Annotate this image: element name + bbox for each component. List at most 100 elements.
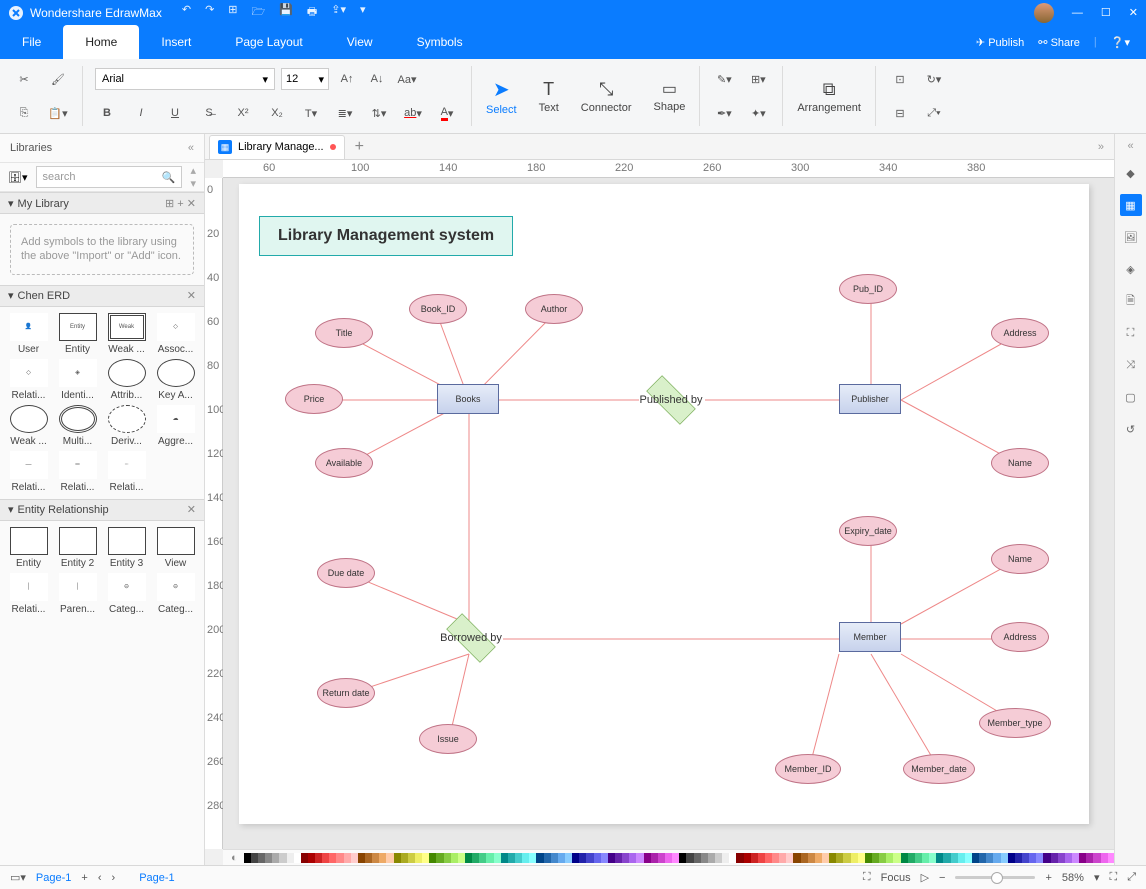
color-swatch[interactable] <box>886 853 893 863</box>
tab-view[interactable]: View <box>325 25 395 59</box>
color-swatch[interactable] <box>294 853 301 863</box>
tab-insert[interactable]: Insert <box>139 25 213 59</box>
color-swatch[interactable] <box>986 853 993 863</box>
color-swatch[interactable] <box>843 853 850 863</box>
color-swatch[interactable] <box>486 853 493 863</box>
color-swatch[interactable] <box>929 853 936 863</box>
color-swatch[interactable] <box>379 853 386 863</box>
distribute-icon[interactable]: ✦▾ <box>746 102 770 124</box>
attr-author[interactable]: Author <box>525 294 583 324</box>
color-swatch[interactable] <box>822 853 829 863</box>
cut-icon[interactable]: ✂ <box>12 68 36 90</box>
add-page-icon[interactable]: + <box>81 872 87 884</box>
collapse-right-icon[interactable]: « <box>1127 140 1133 152</box>
color-swatch[interactable] <box>1065 853 1072 863</box>
color-swatch[interactable] <box>779 853 786 863</box>
fontcolor-icon[interactable]: A▾ <box>435 102 459 124</box>
er-view[interactable]: View <box>153 527 198 569</box>
color-swatch[interactable] <box>458 853 465 863</box>
color-swatch[interactable] <box>1051 853 1058 863</box>
color-swatch[interactable] <box>494 853 501 863</box>
size-icon[interactable]: ⤢▾ <box>922 102 946 124</box>
color-swatch[interactable] <box>551 853 558 863</box>
italic-icon[interactable]: I <box>129 102 153 124</box>
ungroup-icon[interactable]: ⊟ <box>888 102 912 124</box>
attr-returndate[interactable]: Return date <box>317 678 375 708</box>
color-swatch[interactable] <box>1036 853 1043 863</box>
line-icon[interactable]: ✒▾ <box>712 102 736 124</box>
color-swatch[interactable] <box>544 853 551 863</box>
color-swatch[interactable] <box>772 853 779 863</box>
page-setup-icon[interactable]: 🗎 <box>1120 290 1142 312</box>
minimize-icon[interactable]: — <box>1072 7 1083 19</box>
color-swatch[interactable] <box>601 853 608 863</box>
grow-font-icon[interactable]: A↑ <box>335 68 359 90</box>
layers-icon[interactable]: ◈ <box>1120 258 1142 280</box>
color-swatch[interactable] <box>1101 853 1108 863</box>
rel-borrowed[interactable]: Borrowed by <box>437 622 505 654</box>
er-rel[interactable]: │Relati... <box>6 573 51 615</box>
color-swatch[interactable] <box>694 853 701 863</box>
shape-rel[interactable]: ◇Relati... <box>6 359 51 401</box>
color-swatch[interactable] <box>472 853 479 863</box>
color-swatch[interactable] <box>908 853 915 863</box>
color-swatch[interactable] <box>736 853 743 863</box>
help-icon[interactable]: ❔▾ <box>1111 36 1130 49</box>
fill-icon[interactable]: ✎▾ <box>712 68 736 90</box>
shrink-font-icon[interactable]: A↓ <box>365 68 389 90</box>
page-tab[interactable]: Page-1 <box>36 872 71 884</box>
shape-user[interactable]: 👤User <box>6 313 51 355</box>
color-swatch[interactable] <box>1108 853 1114 863</box>
color-swatch[interactable] <box>858 853 865 863</box>
bold-icon[interactable]: B <box>95 102 119 124</box>
color-swatch[interactable] <box>272 853 279 863</box>
more-icon[interactable]: ▾ <box>360 3 366 22</box>
arrangement-tool[interactable]: ⧉Arrangement <box>789 77 869 116</box>
er-header[interactable]: ▾Entity Relationship✕ <box>0 499 204 521</box>
tab-home[interactable]: Home <box>63 25 139 59</box>
avatar[interactable] <box>1034 3 1054 23</box>
color-swatch[interactable] <box>1072 853 1079 863</box>
er-categ2[interactable]: ⊖Categ... <box>153 573 198 615</box>
color-swatch[interactable] <box>358 853 365 863</box>
color-swatch[interactable] <box>879 853 886 863</box>
tab-file[interactable]: File <box>0 25 63 59</box>
shape-weak-entity[interactable]: WeakWeak ... <box>104 313 149 355</box>
fullscreen-icon[interactable]: ⤢ <box>1127 871 1136 884</box>
color-swatch[interactable] <box>1093 853 1100 863</box>
er-parent[interactable]: │Paren... <box>55 573 100 615</box>
color-swatch[interactable] <box>422 853 429 863</box>
color-swatch[interactable] <box>972 853 979 863</box>
color-swatch[interactable] <box>808 853 815 863</box>
attr-issue[interactable]: Issue <box>419 724 477 754</box>
fit-window-icon[interactable]: ⛶ <box>1109 871 1117 884</box>
zoom-in-icon[interactable]: + <box>1045 872 1051 884</box>
color-swatch[interactable] <box>658 853 665 863</box>
fit-icon[interactable]: ⛶ <box>1120 322 1142 344</box>
color-swatch[interactable] <box>644 853 651 863</box>
qr-icon[interactable]: ▦ <box>1120 194 1142 216</box>
align-icon[interactable]: ⊞▾ <box>746 68 770 90</box>
shape-multi[interactable]: Multi... <box>55 405 100 447</box>
color-swatch[interactable] <box>1043 853 1050 863</box>
subscript-icon[interactable]: X₂ <box>265 102 289 124</box>
color-swatch[interactable] <box>372 853 379 863</box>
attr-addr2[interactable]: Address <box>991 622 1049 652</box>
color-swatch[interactable] <box>479 853 486 863</box>
paste-icon[interactable]: 📋▾ <box>46 102 70 124</box>
color-swatch[interactable] <box>1015 853 1022 863</box>
color-swatch[interactable] <box>958 853 965 863</box>
color-swatch[interactable] <box>465 853 472 863</box>
color-swatch[interactable] <box>558 853 565 863</box>
maximize-icon[interactable]: ☐ <box>1101 6 1111 19</box>
publish-button[interactable]: ✈ Publish <box>976 36 1024 49</box>
attr-pubid[interactable]: Pub_ID <box>839 274 897 304</box>
color-swatch[interactable] <box>522 853 529 863</box>
tab-symbols[interactable]: Symbols <box>395 25 485 59</box>
shape-relline3[interactable]: ┄Relati... <box>104 451 149 493</box>
color-swatch[interactable] <box>394 853 401 863</box>
color-swatch[interactable] <box>401 853 408 863</box>
color-swatch[interactable] <box>629 853 636 863</box>
color-swatch[interactable] <box>308 853 315 863</box>
rotate-icon[interactable]: ↻▾ <box>922 68 946 90</box>
